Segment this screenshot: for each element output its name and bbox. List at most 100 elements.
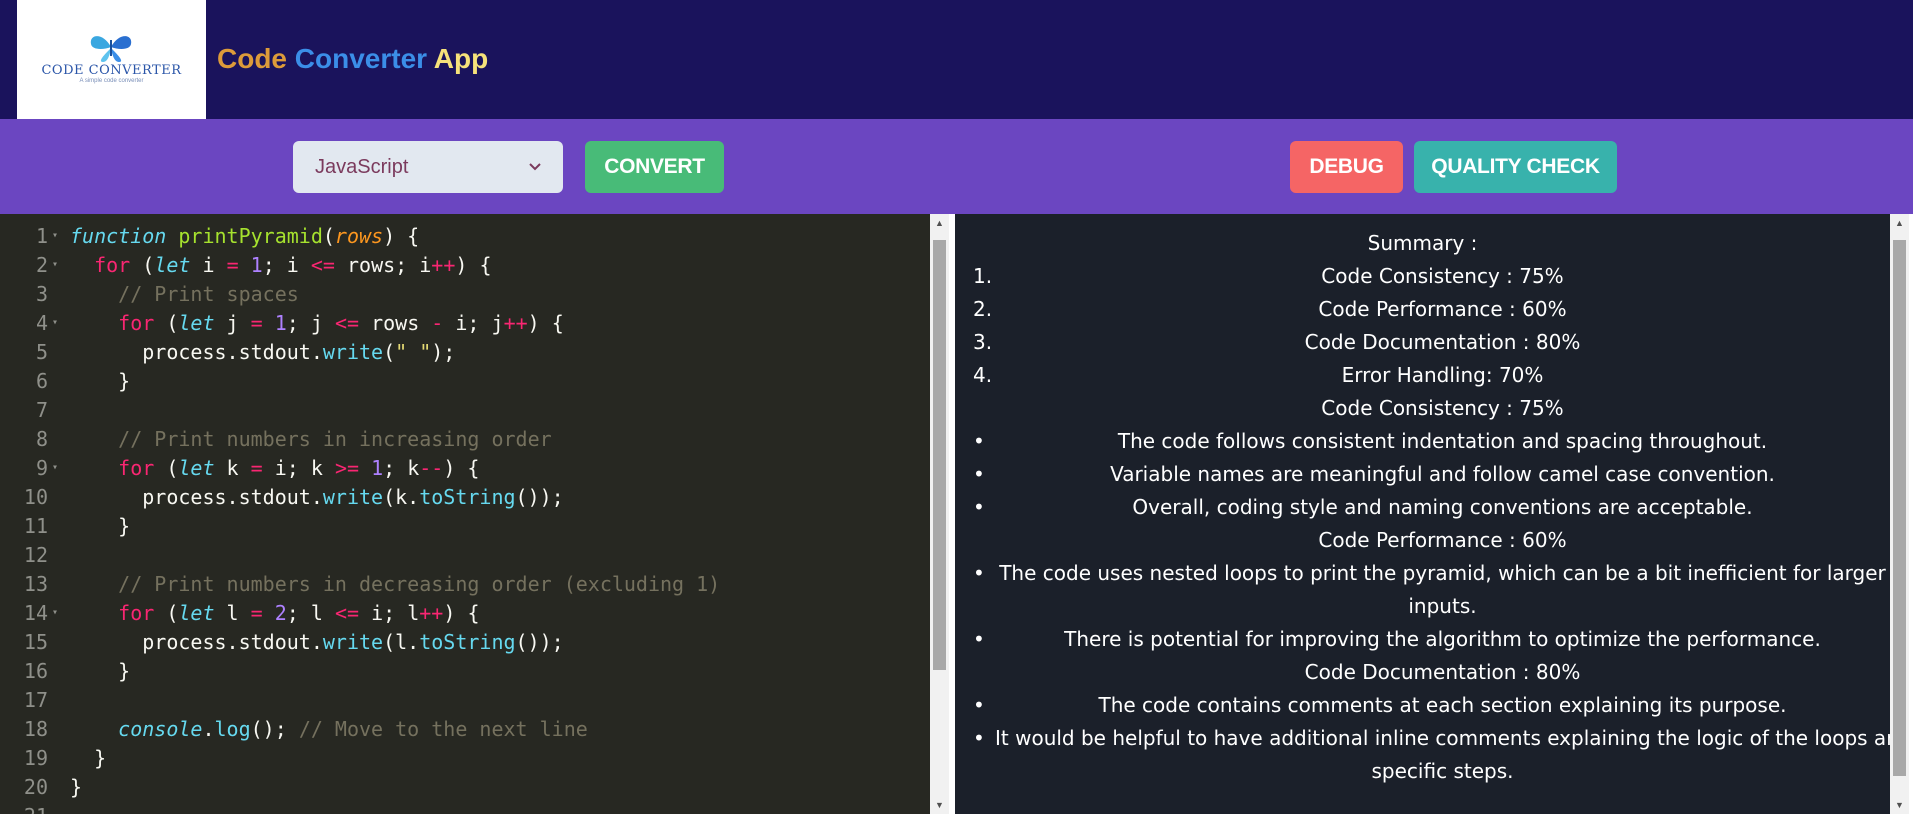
- fold-arrow-icon[interactable]: ▾: [52, 309, 58, 337]
- code-text: }: [70, 514, 131, 538]
- language-select[interactable]: JavaScript: [293, 141, 563, 193]
- toolbar: [0, 119, 1913, 214]
- line-number: 21: [0, 802, 48, 814]
- fold-arrow-icon[interactable]: ▾: [52, 222, 58, 250]
- section-heading: Code Performance : 60%: [955, 524, 1890, 557]
- code-line[interactable]: 6 }: [0, 367, 930, 395]
- line-number: 6: [35, 369, 48, 393]
- bullet-text: Variable names are meaningful and follow…: [1110, 462, 1775, 486]
- fold-arrow-icon[interactable]: ▾: [52, 251, 58, 279]
- line-number: 16: [23, 659, 48, 683]
- code-line[interactable]: 11 }: [0, 512, 930, 540]
- butterfly-logo-icon: [90, 36, 132, 62]
- bullet-text: The code uses nested loops to print the …: [999, 561, 1886, 585]
- code-line[interactable]: 14 ▾ for (let l = 2; l <= i; l++) {: [0, 599, 930, 627]
- code-line[interactable]: 13 // Print numbers in decreasing order …: [0, 570, 930, 598]
- bullet-item: • The code contains comments at each sec…: [955, 689, 1890, 722]
- logo-tagline: A simple code converter: [79, 78, 144, 84]
- bullet-item: • Variable names are meaningful and foll…: [955, 458, 1890, 491]
- code-line[interactable]: 5 process.stdout.write(" ");: [0, 338, 930, 366]
- convert-button[interactable]: CONVERT: [585, 141, 724, 193]
- scroll-up-arrow-icon[interactable]: ▲: [1890, 216, 1909, 230]
- code-line[interactable]: 18 console.log(); // Move to the next li…: [0, 715, 930, 743]
- scroll-down-arrow-icon[interactable]: ▼: [1890, 798, 1909, 812]
- code-text: for (let j = 1; j <= rows - i; j++) {: [118, 311, 564, 335]
- bullet-continuation: inputs.: [955, 590, 1890, 623]
- code-editor[interactable]: 1 ▾ function printPyramid(rows) {2 ▾ for (l…: [0, 214, 930, 814]
- debug-button[interactable]: DEBUG: [1290, 141, 1403, 193]
- line-number: 9: [35, 456, 48, 480]
- code-text: for (let i = 1; i <= rows; i++) {: [94, 253, 492, 277]
- scroll-down-arrow-icon[interactable]: ▼: [930, 798, 949, 812]
- line-number: 11: [23, 514, 48, 538]
- summary-heading: Summary :: [1367, 231, 1478, 255]
- bullet-text: There is potential for improving the alg…: [1064, 627, 1821, 651]
- bullet-item: • It would be helpful to have additional…: [955, 722, 1890, 755]
- output-scrollbar[interactable]: ▲ ▼: [1890, 214, 1909, 814]
- code-line[interactable]: 21: [0, 802, 930, 814]
- code-text: // Print spaces: [118, 282, 299, 306]
- line-number: 4: [35, 311, 48, 335]
- summary-item: 4. Error Handling: 70%: [955, 359, 1890, 392]
- scroll-up-arrow-icon[interactable]: ▲: [930, 216, 949, 230]
- code-text: }: [70, 775, 83, 799]
- line-number: 5: [35, 340, 48, 364]
- summary-item: 2. Code Performance : 60%: [955, 293, 1890, 326]
- bullet-text: specific steps.: [1371, 759, 1514, 783]
- code-line[interactable]: 10 process.stdout.write(k.toString());: [0, 483, 930, 511]
- editor-scroll-thumb[interactable]: [933, 240, 946, 670]
- code-line[interactable]: 19 }: [0, 744, 930, 772]
- app-title-converter: Converter: [294, 43, 428, 74]
- code-line[interactable]: 15 process.stdout.write(l.toString());: [0, 628, 930, 656]
- bullet-text: The code follows consistent indentation …: [1117, 429, 1768, 453]
- bullet-text: inputs.: [1408, 594, 1477, 618]
- code-line[interactable]: 7: [0, 396, 930, 424]
- summary-item-text: Code Performance : 60%: [1318, 297, 1567, 321]
- code-line[interactable]: 4 ▾ for (let j = 1; j <= rows - i; j++) {: [0, 309, 930, 337]
- code-text: function printPyramid(rows) {: [70, 224, 420, 248]
- code-text: process.stdout.write(k.toString());: [70, 485, 564, 509]
- line-number: 12: [23, 543, 48, 567]
- quality-check-button[interactable]: QUALITY CHECK: [1414, 141, 1617, 193]
- app-title: Code Converter App: [217, 42, 488, 76]
- code-line[interactable]: 16 }: [0, 657, 930, 685]
- code-line[interactable]: 17: [0, 686, 930, 714]
- code-text: for (let l = 2; l <= i; l++) {: [118, 601, 480, 625]
- line-number: 3: [35, 282, 48, 306]
- code-line[interactable]: 1 ▾ function printPyramid(rows) {: [0, 222, 930, 250]
- summary-item: 1. Code Consistency : 75%: [955, 260, 1890, 293]
- summary-item-text: Code Documentation : 80%: [1304, 330, 1581, 354]
- logo-title: CODE CONVERTER: [41, 63, 182, 78]
- line-number: 7: [35, 398, 48, 422]
- code-line[interactable]: 9 ▾ for (let k = i; k >= 1; k--) {: [0, 454, 930, 482]
- documentation-heading: Code Documentation : 80%: [1304, 660, 1581, 684]
- summary-item-text: Code Consistency : 75%: [1321, 264, 1564, 288]
- line-number: 17: [23, 688, 48, 712]
- summary-item: 3. Code Documentation : 80%: [955, 326, 1890, 359]
- fold-arrow-icon[interactable]: ▾: [52, 599, 58, 627]
- section-heading: Code Documentation : 80%: [955, 656, 1890, 689]
- bullet-text: It would be helpful to have additional i…: [995, 726, 1890, 750]
- app-title-app: App: [433, 43, 489, 74]
- output-scroll-thumb[interactable]: [1893, 240, 1906, 776]
- code-text: }: [70, 369, 131, 393]
- line-number: 13: [23, 572, 48, 596]
- bullet-item: • The code follows consistent indentatio…: [955, 425, 1890, 458]
- code-text: }: [70, 746, 107, 770]
- line-number: 2: [35, 253, 48, 277]
- line-number: 15: [23, 630, 48, 654]
- line-number: 1: [35, 224, 48, 248]
- output-panel: Summary : 1. Code Consistency : 75% 2. C…: [955, 214, 1890, 814]
- line-number: 8: [35, 427, 48, 451]
- bullet-item: • There is potential for improving the a…: [955, 623, 1890, 656]
- code-line[interactable]: 3 // Print spaces: [0, 280, 930, 308]
- editor-scrollbar[interactable]: ▲ ▼: [930, 214, 949, 814]
- code-line[interactable]: 12: [0, 541, 930, 569]
- fold-arrow-icon[interactable]: ▾: [52, 454, 58, 482]
- code-line[interactable]: 8 // Print numbers in increasing order: [0, 425, 930, 453]
- line-number: 18: [23, 717, 48, 741]
- bullet-continuation: specific steps.: [955, 755, 1890, 788]
- code-line[interactable]: 20}: [0, 773, 930, 801]
- code-text: console.log(); // Move to the next line: [118, 717, 588, 741]
- code-line[interactable]: 2 ▾ for (let i = 1; i <= rows; i++) {: [0, 251, 930, 279]
